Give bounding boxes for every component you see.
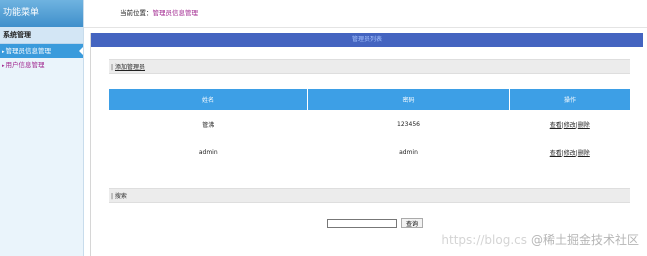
edit-link[interactable]: 修改 [564,150,576,157]
sidebar-group-system[interactable]: 系统管理 [0,27,83,44]
sidebar-item-label: 管理员信息管理 [5,47,52,55]
main-panel: 管理员列表 | 添加管理员 姓名 密码 操作 管沸 123456 查看|修改|删… [90,33,643,256]
cell-actions: 查看|修改|删除 [510,138,631,166]
breadcrumb-current: 管理员信息管理 [152,9,199,17]
search-button[interactable]: 查询 [401,218,423,228]
cell-password: 123456 [397,120,420,128]
add-admin-link[interactable]: 添加管理员 [115,64,145,71]
cell-password: admin [399,148,418,156]
table-row: 管沸 123456 查看|修改|删除 [109,110,630,138]
table-header-row: 姓名 密码 操作 [109,89,630,110]
view-link[interactable]: 查看 [550,150,562,157]
delete-link[interactable]: 删除 [578,150,590,157]
breadcrumb: 当前位置：管理员信息管理 [84,0,647,28]
watermark-brand: @稀土掘金技术社区 [530,233,639,247]
sidebar: 功能菜单 系统管理 ▸管理员信息管理 ▸用户信息管理 [0,0,84,256]
breadcrumb-label: 当前位置： [120,9,153,17]
cell-name: 管沸 [202,121,215,129]
cell-name: admin [198,148,218,156]
sidebar-item-admin-management[interactable]: ▸管理员信息管理 [0,44,83,58]
cell-actions: 查看|修改|删除 [510,110,631,138]
sidebar-item-label: 用户信息管理 [5,61,45,69]
admin-table: 姓名 密码 操作 管沸 123456 查看|修改|删除 admin admin … [109,89,630,166]
bullet-icon: ▸ [2,63,5,69]
search-row: 查询 [327,217,423,229]
column-header-password: 密码 [307,89,510,110]
watermark-url: https://blog.cs [441,233,527,247]
section-divider: | [111,64,114,71]
table-row: admin admin 查看|修改|删除 [109,138,630,166]
watermark: https://blog.cs @稀土掘金技术社区 [441,231,639,248]
search-section-label: | 搜索 [111,193,127,200]
delete-link[interactable]: 删除 [578,122,590,129]
sidebar-item-user-management[interactable]: ▸用户信息管理 [0,58,83,72]
search-section-bar: | 搜索 [109,188,630,203]
edit-link[interactable]: 修改 [564,122,576,129]
search-input[interactable] [327,218,397,228]
column-header-actions: 操作 [509,89,630,110]
add-section-bar: | 添加管理员 [109,59,630,74]
sidebar-title: 功能菜单 [0,0,83,27]
view-link[interactable]: 查看 [550,122,562,129]
panel-title: 管理员列表 [91,33,643,47]
bullet-icon: ▸ [2,49,5,55]
column-header-name: 姓名 [109,89,308,110]
